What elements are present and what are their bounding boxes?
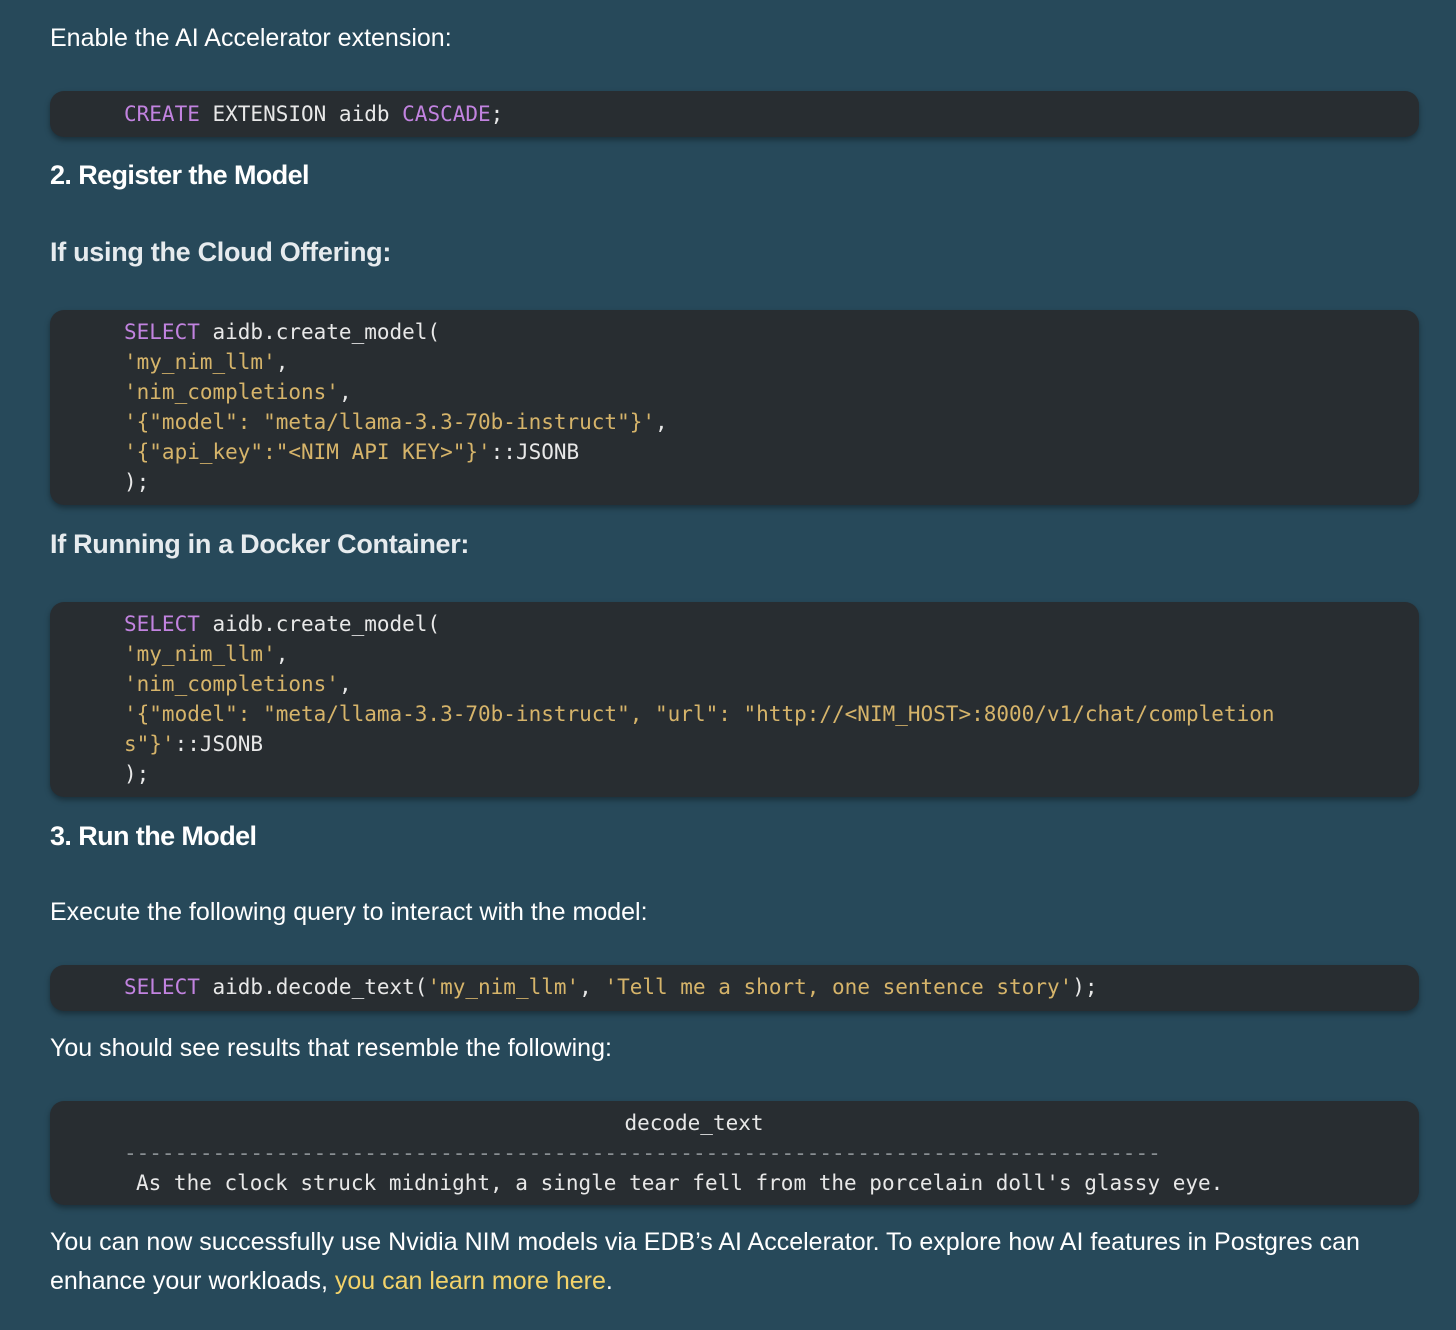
code-string: 'nim_completions' xyxy=(124,672,339,696)
code-keyword: SELECT xyxy=(124,612,200,636)
code-keyword: CASCADE xyxy=(402,102,491,126)
code-token: , xyxy=(275,350,289,374)
code-string: 'Tell me a short, one sentence story' xyxy=(604,975,1073,999)
code-keyword: SELECT xyxy=(124,320,200,344)
heading-run-model: 3. Run the Model xyxy=(50,821,257,851)
code-block-query-result[interactable]: decode_text ----------------------------… xyxy=(50,1101,1419,1205)
code-token: , xyxy=(655,410,668,434)
code-string: 'my_nim_llm' xyxy=(124,350,276,374)
result-column-header: decode_text xyxy=(624,1111,764,1135)
code-token: ::JSONB xyxy=(490,440,580,464)
code-text[interactable]: SELECT aidb.decode_text('my_nim_llm', 'T… xyxy=(124,972,1419,1002)
result-row: As the clock struck midnight, a single t… xyxy=(136,1171,1224,1195)
code-block-docker-create-model[interactable]: SELECT aidb.create_model( 'my_nim_llm', … xyxy=(50,602,1419,797)
code-token: ); xyxy=(1072,975,1098,999)
code-token: , xyxy=(275,642,289,666)
closing-line-2-suffix: . xyxy=(605,1267,613,1295)
code-token: , xyxy=(338,380,352,404)
code-token: aidb.create_model( xyxy=(199,612,441,636)
code-string: '{"api_key":"<NIM API KEY>"}' xyxy=(124,440,491,464)
code-token: ::JSONB xyxy=(174,732,264,756)
results-paragraph: You should see results that resemble the… xyxy=(50,1034,612,1062)
code-block-cloud-create-model[interactable]: SELECT aidb.create_model( 'my_nim_llm', … xyxy=(50,310,1419,505)
code-text[interactable]: CREATE EXTENSION aidb CASCADE; xyxy=(124,99,1419,129)
closing-line-2-prefix: enhance your workloads, xyxy=(50,1267,335,1295)
closing-paragraph: You can now successfully use Nvidia NIM … xyxy=(50,1223,1360,1301)
code-block-decode-text[interactable]: SELECT aidb.decode_text('my_nim_llm', 'T… xyxy=(50,965,1419,1011)
result-divider: ----------------------------------------… xyxy=(124,1141,1161,1165)
code-token: aidb.decode_text( xyxy=(199,975,428,999)
code-keyword: CREATE xyxy=(124,102,200,126)
code-token: ); xyxy=(124,762,150,786)
code-token: , xyxy=(338,672,352,696)
code-text[interactable]: SELECT aidb.create_model( 'my_nim_llm', … xyxy=(124,317,1419,497)
code-token: , xyxy=(579,975,605,999)
code-token: EXTENSION aidb xyxy=(199,102,403,126)
code-string: 'nim_completions' xyxy=(124,380,339,404)
code-string: '{"model": "meta/llama-3.3-70b-instruct"… xyxy=(124,410,656,434)
execute-paragraph: Execute the following query to interact … xyxy=(50,898,648,926)
code-string: '{"model": "meta/llama-3.3-70b-instruct"… xyxy=(124,702,1275,726)
code-string: 'my_nim_llm' xyxy=(124,642,276,666)
result-text[interactable]: decode_text ----------------------------… xyxy=(124,1108,1419,1198)
closing-line-1: You can now successfully use Nvidia NIM … xyxy=(50,1228,1360,1256)
intro-paragraph: Enable the AI Accelerator extension: xyxy=(50,24,452,52)
code-token: ; xyxy=(490,102,504,126)
heading-register-model: 2. Register the Model xyxy=(50,160,310,190)
code-block-create-extension[interactable]: CREATE EXTENSION aidb CASCADE; xyxy=(50,91,1419,137)
code-string: s"}' xyxy=(124,732,175,756)
code-token: ); xyxy=(124,470,150,494)
code-string: 'my_nim_llm' xyxy=(427,975,580,999)
heading-cloud-offering: If using the Cloud Offering: xyxy=(50,237,392,267)
code-keyword: SELECT xyxy=(124,975,200,999)
code-text[interactable]: SELECT aidb.create_model( 'my_nim_llm', … xyxy=(124,609,1419,789)
learn-more-link[interactable]: you can learn more here xyxy=(335,1267,606,1295)
heading-docker-container: If Running in a Docker Container: xyxy=(50,529,470,559)
code-token: aidb.create_model( xyxy=(199,320,441,344)
